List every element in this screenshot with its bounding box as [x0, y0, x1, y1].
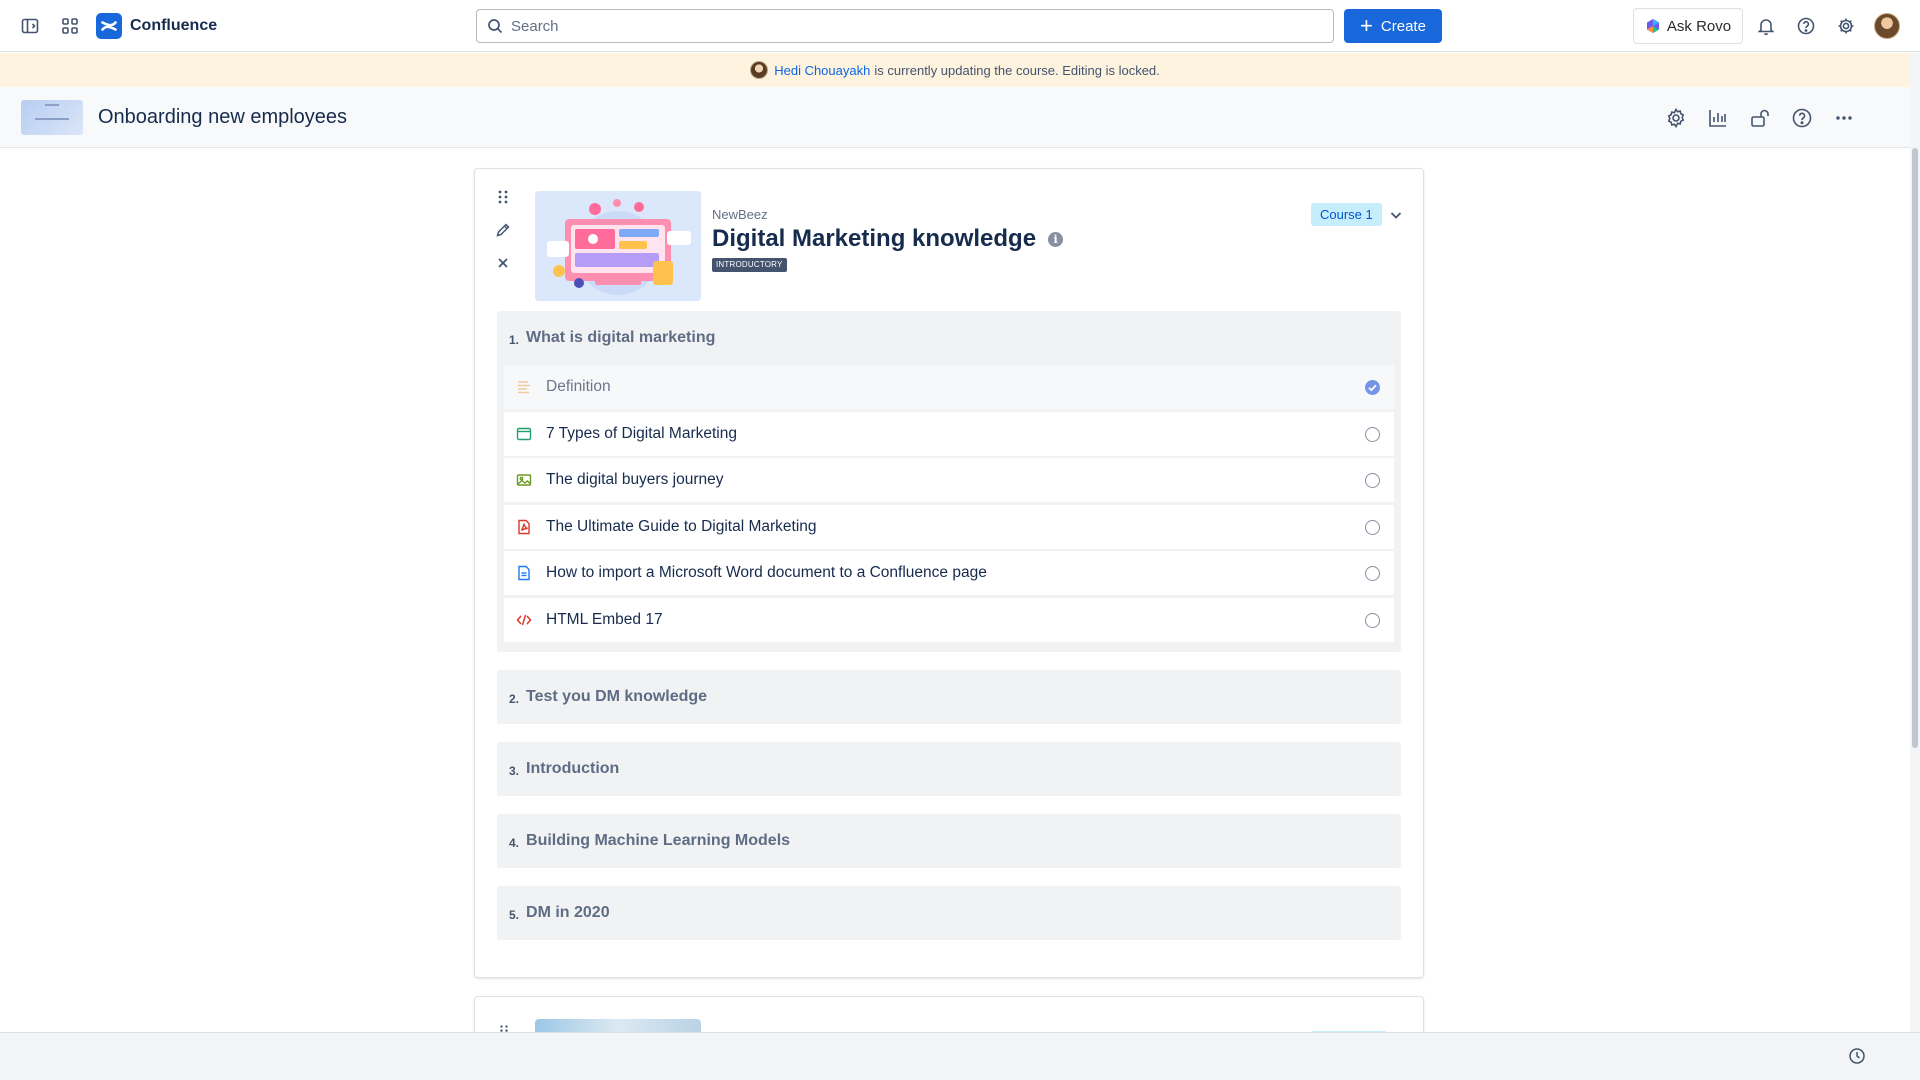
notifications-bell-icon[interactable]: [1746, 8, 1786, 44]
course-section-1: 1. What is digital marketing Definition: [497, 311, 1401, 652]
course-title-text: Digital Marketing knowledge: [712, 225, 1037, 252]
course-title: Digital Marketing knowledge i: [712, 225, 1064, 253]
edit-pencil-icon[interactable]: [495, 222, 513, 240]
incomplete-status-circle[interactable]: [1365, 566, 1380, 581]
section-number: 2.: [509, 691, 520, 706]
pdf-file-icon: [516, 519, 532, 535]
user-avatar[interactable]: [1874, 13, 1900, 39]
course-help-icon[interactable]: [1781, 101, 1823, 135]
course-number-badge[interactable]: Course 1: [1311, 203, 1382, 226]
image-icon: [516, 472, 532, 488]
unlock-icon[interactable]: [1739, 101, 1781, 135]
search-bar[interactable]: [476, 9, 1334, 43]
chevron-down-icon[interactable]: [1388, 207, 1404, 223]
document-icon: [516, 565, 532, 581]
section-number: 5.: [509, 907, 520, 922]
course-section-3[interactable]: 3. Introduction: [497, 742, 1401, 796]
incomplete-status-circle[interactable]: [1365, 519, 1380, 535]
section-header[interactable]: 3. Introduction: [497, 742, 1401, 796]
section-header[interactable]: 2. Test you DM knowledge: [497, 670, 1401, 724]
lesson-title: The Ultimate Guide to Digital Marketing: [546, 517, 817, 535]
editing-locked-banner: Hedi Chouayakh is currently updating the…: [0, 53, 1910, 87]
lesson-item[interactable]: HTML Embed 17: [504, 597, 1394, 642]
create-button[interactable]: + Create: [1344, 9, 1442, 43]
incomplete-status-circle[interactable]: [1365, 612, 1380, 628]
editor-user-link[interactable]: Hedi Chouayakh: [774, 63, 870, 78]
ask-rovo-label: Ask Rovo: [1666, 17, 1732, 35]
course-level-badge: INTRODUCTORY: [712, 258, 787, 272]
settings-gear-icon[interactable]: [1826, 8, 1866, 44]
course-settings-gear-icon[interactable]: [1655, 101, 1697, 135]
confluence-logo[interactable]: Confluence: [96, 12, 218, 39]
lesson-item[interactable]: 7 Types of Digital Marketing: [504, 411, 1394, 456]
section-name: What is digital marketing: [526, 329, 716, 346]
history-clock-icon[interactable]: [1848, 1047, 1866, 1065]
course-section-5[interactable]: 5. DM in 2020: [497, 886, 1401, 940]
lesson-title: How to import a Microsoft Word document …: [546, 564, 987, 581]
sidebar-toggle-icon[interactable]: [12, 8, 48, 44]
section-name: Building Machine Learning Models: [526, 832, 791, 849]
section-name: DM in 2020: [526, 904, 610, 921]
course-card: NewBeez Digital Marketing knowledge i IN…: [474, 168, 1424, 978]
page-thumbnail: [21, 99, 83, 135]
section-name: Introduction: [526, 760, 620, 777]
section-header[interactable]: 1. What is digital marketing: [497, 311, 1401, 365]
ask-rovo-button[interactable]: Ask Rovo: [1633, 8, 1743, 44]
lesson-title: The digital buyers journey: [546, 471, 724, 488]
lesson-title: HTML Embed 17: [546, 610, 663, 628]
page-header: Onboarding new employees: [0, 87, 1910, 148]
drag-handle-icon[interactable]: [497, 1021, 511, 1032]
section-header[interactable]: 4. Building Machine Learning Models: [497, 814, 1401, 868]
search-icon: [488, 19, 503, 34]
lesson-title: Definition: [546, 378, 611, 395]
text-lines-icon: [516, 379, 532, 395]
incomplete-status-circle[interactable]: [1365, 473, 1380, 488]
drag-handle-icon[interactable]: [495, 189, 513, 207]
lesson-title: 7 Types of Digital Marketing: [546, 424, 737, 442]
page-title: Onboarding new employees: [98, 105, 348, 128]
course-section-2[interactable]: 2. Test you DM knowledge: [497, 670, 1401, 724]
plus-icon: +: [1360, 13, 1373, 38]
section-number: 1.: [509, 332, 520, 347]
section-number: 3.: [509, 763, 520, 778]
lesson-item[interactable]: The Ultimate Guide to Digital Marketing: [504, 504, 1394, 549]
editor-avatar: [750, 61, 769, 79]
next-course-card: [474, 996, 1424, 1032]
section-number: 4.: [509, 835, 520, 850]
section-header[interactable]: 5. DM in 2020: [497, 886, 1401, 940]
close-icon[interactable]: [495, 255, 513, 273]
page-scrollbar[interactable]: [1910, 53, 1920, 1033]
lesson-item[interactable]: The digital buyers journey: [504, 458, 1394, 502]
top-navigation: Confluence + Create Ask Rovo: [0, 0, 1920, 52]
next-course-cover-image: [535, 1019, 701, 1032]
bottom-bar: [0, 1032, 1920, 1080]
code-icon: [516, 612, 532, 628]
banner-message: is currently updating the course. Editin…: [874, 62, 1160, 78]
course-cover-image: [535, 191, 701, 301]
create-button-label: Create: [1380, 17, 1426, 35]
confluence-logo-icon: [96, 12, 122, 39]
info-icon[interactable]: i: [1048, 231, 1064, 247]
app-switcher-icon[interactable]: [52, 8, 88, 44]
course-section-4[interactable]: 4. Building Machine Learning Models: [497, 814, 1401, 868]
lesson-item[interactable]: Definition: [504, 365, 1394, 409]
rovo-icon: [1646, 19, 1659, 33]
browser-window-icon: [516, 426, 532, 442]
app-name: Confluence: [130, 16, 218, 34]
help-icon[interactable]: [1786, 8, 1826, 44]
lesson-item[interactable]: How to import a Microsoft Word document …: [504, 551, 1394, 595]
section-name: Test you DM knowledge: [526, 688, 708, 705]
course-organization: NewBeez: [712, 207, 768, 222]
more-options-icon[interactable]: [1823, 101, 1865, 135]
analytics-chart-icon[interactable]: [1697, 101, 1739, 135]
completed-check-icon[interactable]: [1365, 380, 1380, 395]
incomplete-status-circle[interactable]: [1365, 426, 1380, 442]
course-list-area: NewBeez Digital Marketing knowledge i IN…: [0, 148, 1910, 1032]
search-input[interactable]: [511, 17, 1291, 35]
